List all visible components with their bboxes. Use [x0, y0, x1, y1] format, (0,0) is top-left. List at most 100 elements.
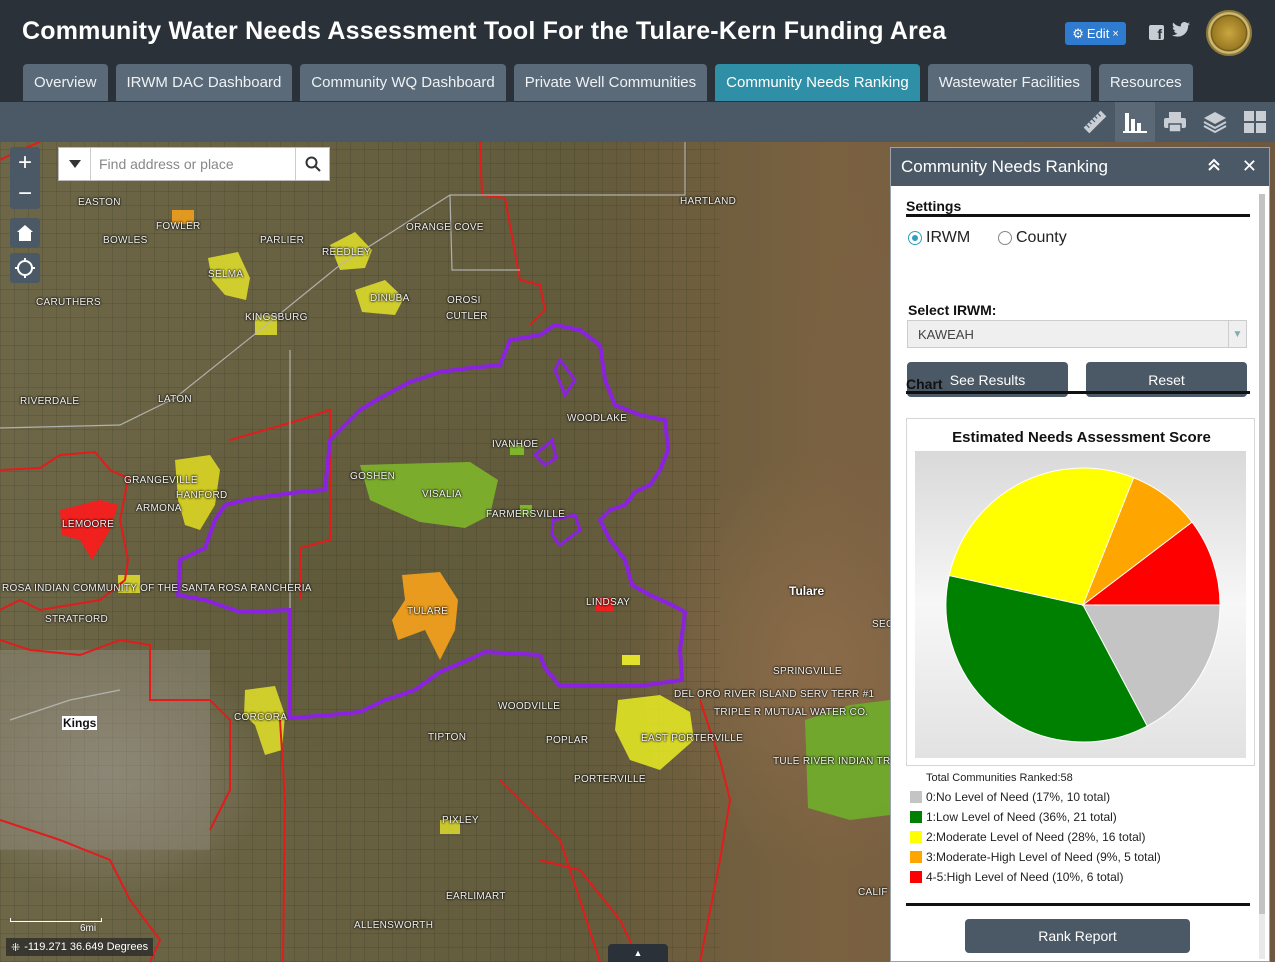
search-widget: [58, 147, 330, 181]
locate-icon: [15, 258, 35, 278]
legend-swatch: [910, 871, 922, 883]
place-label: CARUTHERS: [36, 297, 101, 308]
facebook-icon[interactable]: [1149, 25, 1164, 42]
zoom-in-button[interactable]: +: [10, 147, 40, 178]
home-button[interactable]: [10, 218, 40, 248]
place-label: GOSHEN: [350, 471, 396, 482]
edit-button[interactable]: ⚙ Edit ×: [1065, 22, 1126, 45]
place-label: EARLIMART: [446, 891, 506, 902]
place-label: CALIF: [858, 887, 888, 898]
radio-county[interactable]: County: [998, 229, 1067, 247]
layers-icon[interactable]: [1195, 102, 1235, 142]
place-label: WOODLAKE: [567, 413, 628, 424]
place-label: IVANHOE: [492, 439, 539, 450]
legend-label: 3:Moderate-High Level of Need (9%, 5 tot…: [926, 850, 1161, 864]
map-toolbar: [0, 102, 1275, 142]
tab-resources[interactable]: Resources: [1098, 64, 1193, 101]
radio-irwm[interactable]: IRWM: [908, 229, 970, 247]
tab-wastewater-facilities[interactable]: Wastewater Facilities: [927, 64, 1091, 101]
needs-ranking-panel: Community Needs Ranking ✕ Settings IRWM …: [890, 147, 1270, 962]
radio-button[interactable]: [998, 231, 1012, 245]
zoom-control: + −: [10, 147, 40, 209]
legend-item: 2:Moderate Level of Need (28%, 16 total): [910, 830, 1145, 844]
irwm-select-value: KAWEAH: [918, 326, 974, 342]
place-label: SPRINGVILLE: [773, 666, 842, 677]
rank-report-button[interactable]: Rank Report: [965, 919, 1190, 953]
place-label: REEDLEY: [322, 247, 371, 258]
place-label: TULE RIVER INDIAN TRI: [773, 756, 894, 767]
tab-private-well-communities[interactable]: Private Well Communities: [513, 64, 708, 101]
state-seal-logo: [1206, 10, 1252, 56]
legend-label: 0:No Level of Need (17%, 10 total): [926, 790, 1111, 804]
coordinate-text: -119.271 36.649 Degrees: [24, 941, 149, 953]
chevron-down-icon: [68, 160, 81, 168]
panel-scrollbar[interactable]: [1259, 194, 1265, 959]
coordinate-readout[interactable]: ⁜ -119.271 36.649 Degrees: [6, 938, 154, 956]
settings-heading: Settings: [906, 198, 962, 214]
pie-chart-container: Estimated Needs Assessment Score: [906, 418, 1255, 766]
roads: [0, 142, 686, 721]
region-label-tulare: Tulare: [789, 584, 825, 598]
place-label: HARTLAND: [680, 196, 737, 207]
crosshair-icon: ⁜: [11, 941, 21, 954]
legend-label: 2:Moderate Level of Need (28%, 16 total): [926, 830, 1146, 844]
place-label: PORTERVILLE: [574, 774, 646, 785]
place-label: STRATFORD: [45, 614, 109, 625]
chart-title: Estimated Needs Assessment Score: [952, 429, 1211, 446]
legend-label: 1:Low Level of Need (36%, 21 total): [926, 810, 1117, 824]
collapse-icon[interactable]: [1207, 157, 1223, 175]
place-label: VISALIA: [422, 489, 462, 500]
scale-bar: 6mi: [10, 914, 102, 934]
place-label: FOWLER: [156, 221, 201, 232]
pie-chart: [915, 451, 1246, 758]
place-label: OROSI: [447, 295, 481, 306]
place-label: POPLAR: [546, 735, 589, 746]
place-label: ARMONA: [136, 503, 182, 514]
legend-item: 1:Low Level of Need (36%, 21 total): [910, 810, 1117, 824]
print-icon[interactable]: [1155, 102, 1195, 142]
twitter-icon[interactable]: [1172, 22, 1190, 40]
search-source-dropdown[interactable]: [59, 148, 91, 180]
search-input[interactable]: [91, 148, 295, 180]
close-icon[interactable]: ✕: [1242, 156, 1257, 177]
place-label: ORANGE COVE: [406, 222, 484, 233]
zoom-out-button[interactable]: −: [10, 178, 40, 209]
chart-icon[interactable]: [1115, 102, 1155, 142]
divider: [906, 903, 1250, 906]
search-button[interactable]: [295, 148, 329, 180]
ruler-icon[interactable]: [1075, 102, 1115, 142]
place-label: RIVERDALE: [20, 396, 80, 407]
place-label: DINUBA: [370, 293, 410, 304]
search-icon: [305, 156, 321, 172]
place-label: CUTLER: [446, 311, 488, 322]
divider: [906, 391, 1250, 394]
radio-label: County: [1016, 229, 1067, 246]
grid-icon[interactable]: [1235, 102, 1275, 142]
radio-button[interactable]: [908, 231, 922, 245]
legend-swatch: [910, 851, 922, 863]
tab-community-wq-dashboard[interactable]: Community WQ Dashboard: [300, 64, 506, 101]
legend-swatch: [910, 811, 922, 823]
tab-community-needs-ranking[interactable]: Community Needs Ranking: [715, 64, 920, 101]
radio-label: IRWM: [926, 229, 971, 246]
bottom-panel-handle[interactable]: ▲: [608, 944, 668, 962]
home-icon: [17, 225, 33, 241]
scale-line: [10, 918, 102, 922]
place-label: TULARE: [407, 606, 449, 617]
place-label: LEMOORE: [62, 519, 115, 530]
tab-overview[interactable]: Overview: [23, 64, 108, 101]
locate-button[interactable]: [10, 253, 40, 283]
place-label: SELMA: [208, 269, 244, 280]
app-root: Community Water Needs Assessment Tool Fo…: [0, 0, 1275, 962]
place-label: HANFORD: [176, 490, 228, 501]
divider: [906, 214, 1250, 217]
place-label: GRANGEVILLE: [124, 475, 198, 486]
irwm-select[interactable]: KAWEAH ▼: [907, 320, 1247, 348]
chevron-up-icon: ▲: [633, 948, 643, 958]
pie-slices: [945, 467, 1221, 743]
tab-irwm-dac-dashboard[interactable]: IRWM DAC Dashboard: [115, 64, 293, 101]
edit-label: Edit: [1086, 26, 1110, 41]
place-label: PARLIER: [260, 235, 305, 246]
select-irwm-label: Select IRWM:: [908, 302, 997, 318]
scrollbar-thumb[interactable]: [1259, 194, 1265, 914]
